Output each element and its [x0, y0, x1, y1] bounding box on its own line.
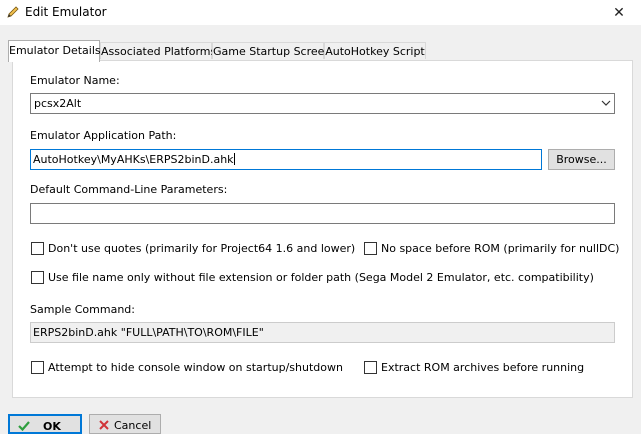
- chevron-down-icon: [601, 100, 611, 106]
- window-title: Edit Emulator: [25, 5, 107, 19]
- ok-button[interactable]: OK: [8, 414, 82, 434]
- emulator-name-label: Emulator Name:: [30, 74, 120, 87]
- emulator-name-combobox[interactable]: pcsx2Alt: [30, 93, 615, 114]
- tab-associated-platforms[interactable]: Associated Platforms: [100, 42, 216, 59]
- x-icon: [99, 420, 109, 430]
- close-icon: ✕: [613, 4, 625, 21]
- no-space-checkbox[interactable]: [364, 242, 377, 255]
- sample-command-value: ERPS2binD.ahk "FULL\PATH\TO\ROM\FILE": [33, 326, 264, 339]
- hide-console-checkbox[interactable]: [31, 361, 44, 374]
- no-space-label: No space before ROM (primarily for nullD…: [381, 242, 620, 255]
- close-button[interactable]: ✕: [597, 0, 641, 25]
- hide-console-label: Attempt to hide console window on startu…: [48, 361, 343, 374]
- text-caret: [233, 153, 235, 165]
- extract-archives-label: Extract ROM archives before running: [381, 361, 585, 374]
- no-quotes-checkbox[interactable]: [31, 242, 44, 255]
- filename-only-label: Use file name only without file extensio…: [48, 271, 594, 284]
- app-path-value: AutoHotkey\MyAHKs\ERPS2binD.ahk: [33, 153, 234, 166]
- extract-archives-checkbox[interactable]: [364, 361, 377, 374]
- title-bar: Edit Emulator ✕: [0, 0, 641, 25]
- cancel-button[interactable]: Cancel: [89, 414, 161, 434]
- tab-autohotkey-script[interactable]: AutoHotkey Script: [324, 42, 426, 59]
- sample-command-field: ERPS2binD.ahk "FULL\PATH\TO\ROM\FILE": [30, 322, 615, 343]
- pencil-icon: [7, 6, 19, 18]
- no-quotes-label: Don't use quotes (primarily for Project6…: [48, 242, 356, 255]
- app-path-input[interactable]: AutoHotkey\MyAHKs\ERPS2binD.ahk: [30, 149, 542, 170]
- app-path-label: Emulator Application Path:: [30, 129, 177, 142]
- tab-game-startup-screen[interactable]: Game Startup Screen: [212, 42, 331, 59]
- browse-button[interactable]: Browse...: [548, 149, 615, 170]
- cmdline-label: Default Command-Line Parameters:: [30, 183, 228, 196]
- cmdline-input[interactable]: [30, 203, 615, 224]
- emulator-name-value: pcsx2Alt: [34, 97, 82, 110]
- filename-only-checkbox[interactable]: [31, 271, 44, 284]
- checkmark-icon: [18, 421, 30, 432]
- tab-emulator-details[interactable]: Emulator Details: [8, 40, 101, 62]
- sample-command-label: Sample Command:: [30, 303, 135, 316]
